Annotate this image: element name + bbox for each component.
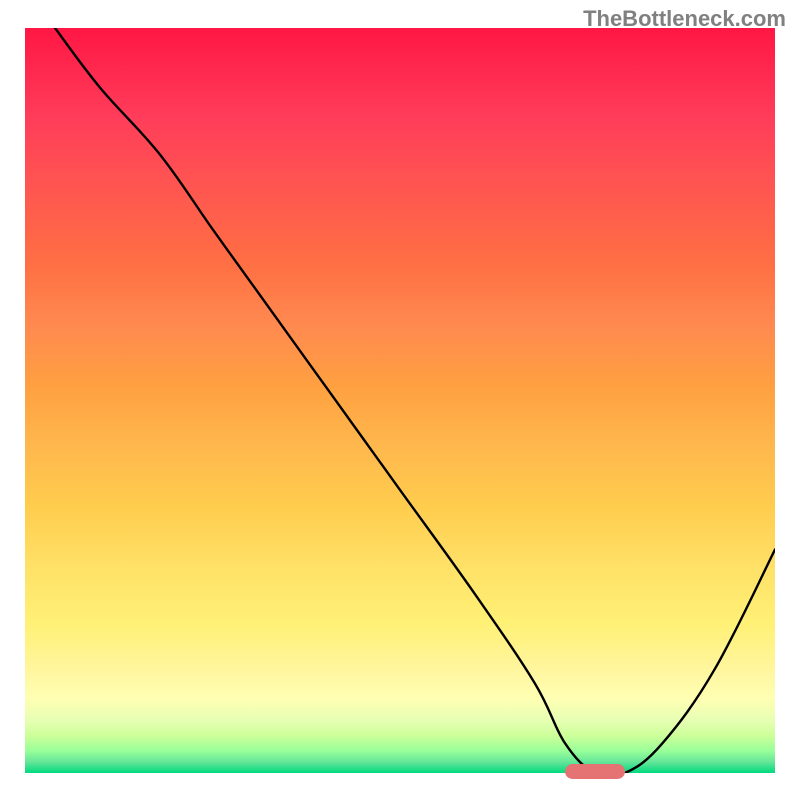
optimal-marker: [565, 764, 625, 779]
bottleneck-curve-line: [55, 28, 775, 773]
watermark-text: TheBottleneck.com: [583, 6, 786, 32]
chart-plot-area: [25, 28, 775, 773]
chart-curve-svg: [25, 28, 775, 773]
